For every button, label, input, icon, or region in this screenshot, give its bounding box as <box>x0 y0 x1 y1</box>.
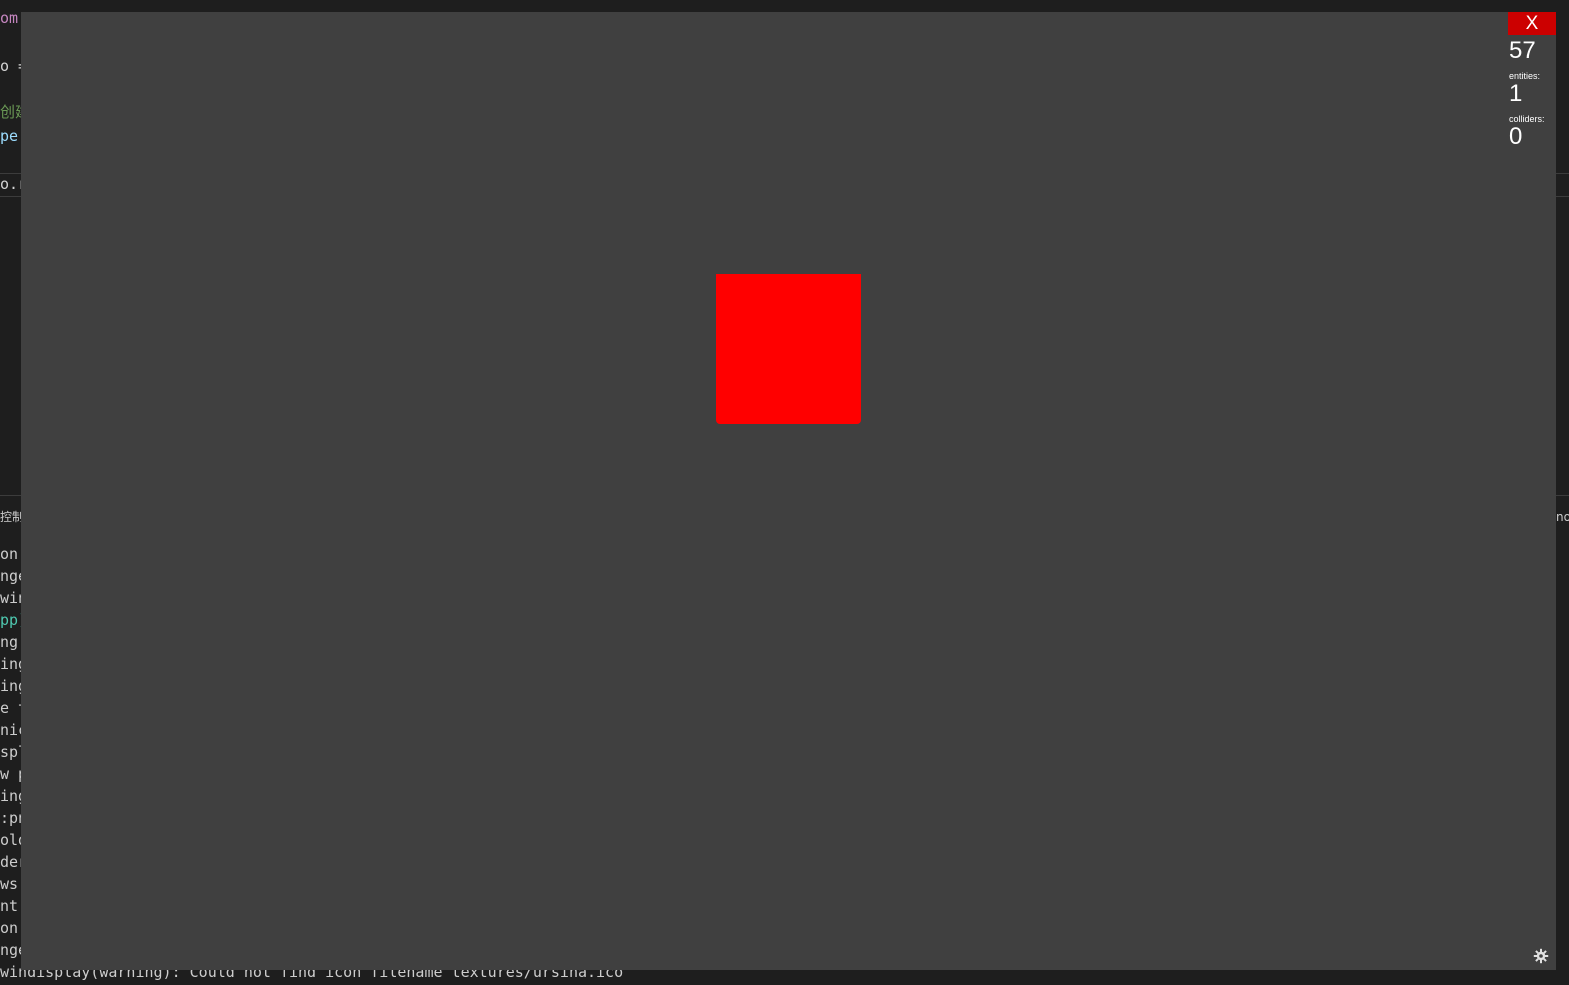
terminal-line: ws <box>0 875 19 893</box>
red-cube-entity <box>716 274 861 424</box>
code-line: om <box>0 9 19 27</box>
colliders-count: 0 <box>1509 123 1523 150</box>
close-button[interactable]: X <box>1508 12 1556 35</box>
editor-line-highlight-top <box>0 173 21 174</box>
editor-line-highlight-bottom-right <box>1556 196 1569 197</box>
terminal-line: on <box>0 545 19 563</box>
entities-count: 1 <box>1509 80 1523 107</box>
terminal-line: nt <box>0 897 19 915</box>
panel-right-label: no <box>1556 510 1569 524</box>
editor-line-highlight-bottom <box>0 196 21 197</box>
terminal-line: on <box>0 919 19 937</box>
terminal-line: ng <box>0 633 19 651</box>
ursina-game-window[interactable]: X 57 entities: 1 colliders: 0 <box>21 12 1556 970</box>
fps-counter: 57 <box>1509 37 1536 64</box>
code-line: pe <box>0 127 19 145</box>
gear-icon[interactable] <box>1533 948 1549 964</box>
editor-line-highlight-top-right <box>1556 173 1569 174</box>
